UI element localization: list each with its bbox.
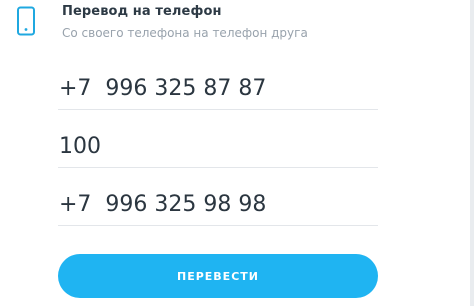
transfer-header: Перевод на телефон Со своего телефона на… <box>0 0 440 50</box>
page-subtitle: Со своего телефона на телефон друга <box>62 26 308 40</box>
sender-phone-field[interactable]: +7 996 325 87 87 <box>58 70 378 110</box>
amount-field[interactable]: 100 <box>58 128 378 168</box>
page-title: Перевод на телефон <box>62 4 222 19</box>
recipient-phone-value: +7 996 325 98 98 <box>59 192 267 217</box>
sender-phone-value: +7 996 325 87 87 <box>59 76 267 101</box>
transfer-button[interactable]: ПЕРЕВЕСТИ <box>58 254 378 298</box>
recipient-phone-field[interactable]: +7 996 325 98 98 <box>58 186 378 226</box>
transfer-panel: Перевод на телефон Со своего телефона на… <box>0 0 474 306</box>
phone-icon <box>12 6 40 36</box>
panel-edge <box>470 0 474 306</box>
amount-value: 100 <box>59 134 101 159</box>
